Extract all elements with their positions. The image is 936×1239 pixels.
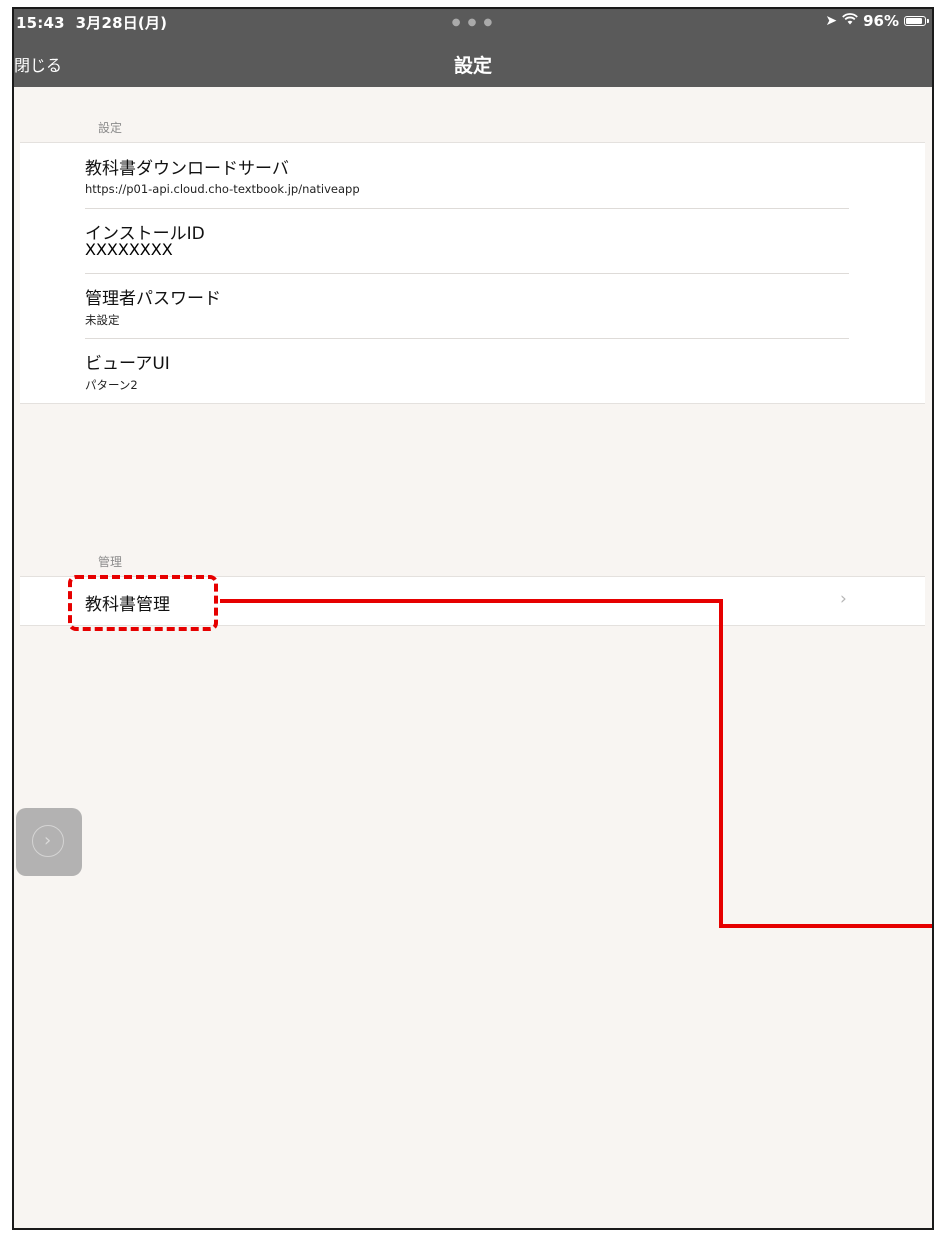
row-subtitle: https://p01-api.cloud.cho-textbook.jp/na… <box>85 182 360 196</box>
multitasking-dots-icon[interactable]: ● ● ● <box>452 17 495 28</box>
row-viewer-ui[interactable]: ビューアUI パターン2 <box>85 338 925 403</box>
status-time-date: 15:43 3月28日(月) <box>16 12 167 33</box>
navigation-bar: 閉じる 設定 <box>14 41 932 87</box>
status-indicators: ➤ 96% <box>825 12 929 30</box>
ipad-screen: 15:43 3月28日(月) ● ● ● ➤ 96% 閉じる 設定 設定 教科書… <box>12 7 934 1230</box>
close-button[interactable]: 閉じる <box>14 52 62 76</box>
callout-line-bottom <box>719 924 932 928</box>
page-title: 設定 <box>453 55 493 77</box>
section-header-settings: 設定 <box>98 121 123 135</box>
battery-percent: 96% <box>863 12 899 30</box>
wifi-icon <box>842 13 858 29</box>
callout-line-vertical <box>719 599 723 928</box>
section-header-management: 管理 <box>98 555 123 569</box>
battery-icon <box>904 16 929 26</box>
row-title: 教科書ダウンロードサーバ <box>85 159 289 179</box>
row-subtitle: XXXXXXXX <box>85 240 173 259</box>
row-subtitle: 未設定 <box>85 313 120 327</box>
row-admin-password[interactable]: 管理者パスワード 未設定 <box>85 273 925 338</box>
status-bar: 15:43 3月28日(月) ● ● ● ➤ 96% <box>14 9 932 41</box>
row-download-server[interactable]: 教科書ダウンロードサーバ https://p01-api.cloud.cho-t… <box>85 143 925 208</box>
row-title: ビューアUI <box>85 354 170 374</box>
row-title: 管理者パスワード <box>85 289 221 309</box>
status-date: 3月28日(月) <box>75 14 168 32</box>
chevron-right-icon: › <box>840 589 847 609</box>
location-arrow-icon: ➤ <box>825 13 838 29</box>
floating-next-button[interactable]: › <box>16 808 82 876</box>
status-time: 15:43 <box>16 14 65 32</box>
row-install-id[interactable]: インストールID XXXXXXXX <box>85 208 925 273</box>
settings-group: 教科書ダウンロードサーバ https://p01-api.cloud.cho-t… <box>20 142 925 404</box>
highlight-dashed-box <box>68 575 218 631</box>
callout-line-horizontal <box>220 599 721 603</box>
chevron-right-circle-icon: › <box>44 830 52 851</box>
row-subtitle: パターン2 <box>85 378 138 392</box>
